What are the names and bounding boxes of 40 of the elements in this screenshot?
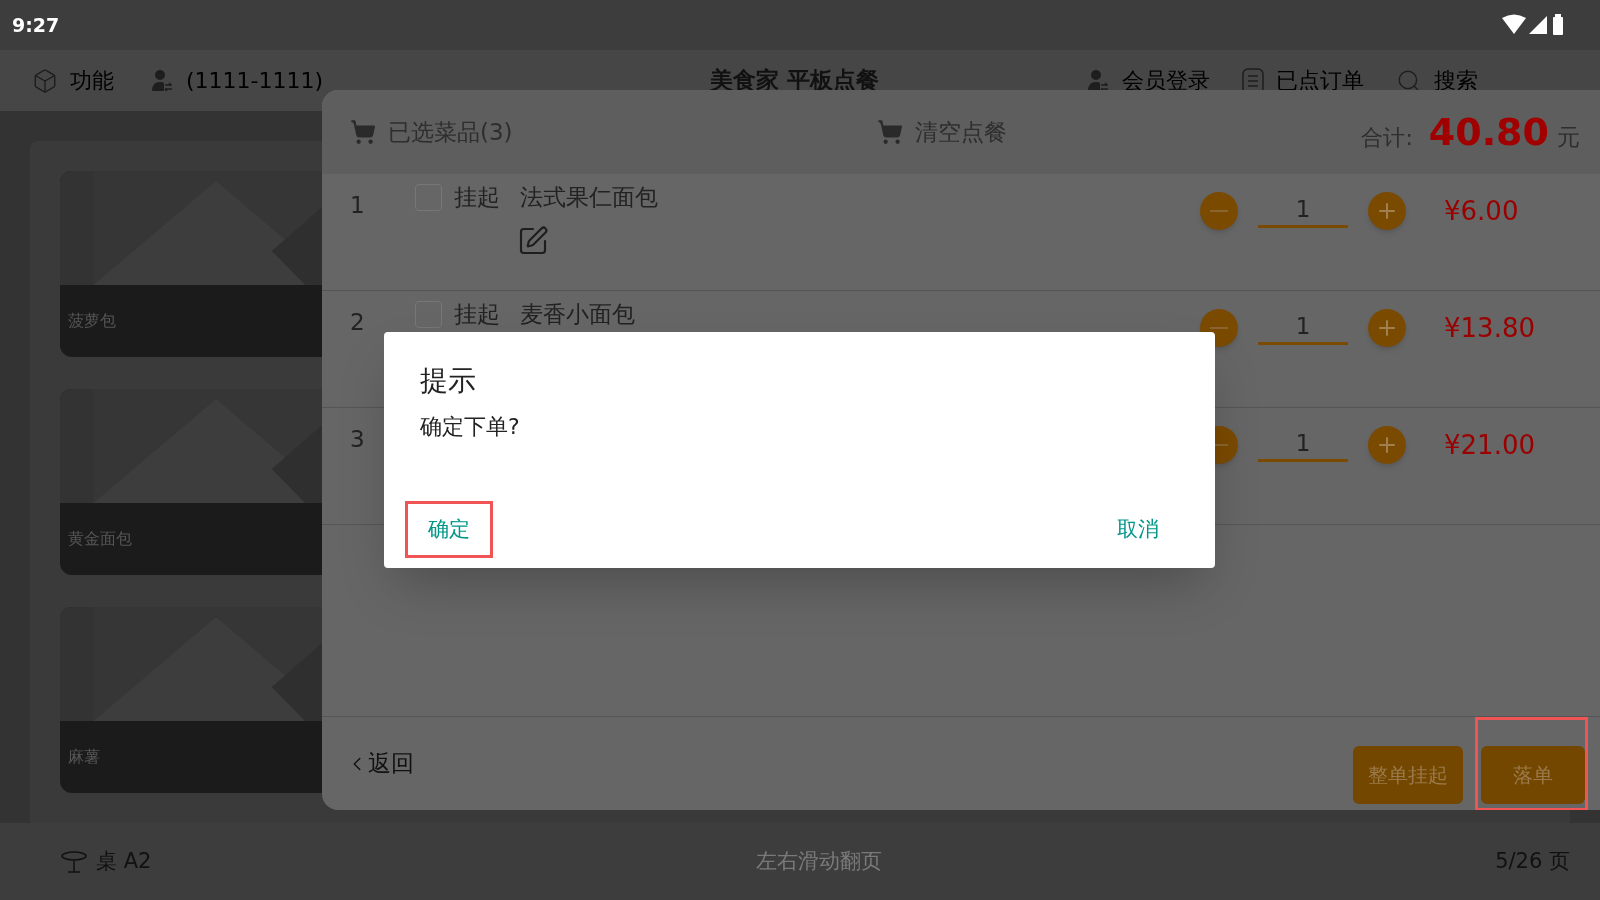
row-number: 1 bbox=[350, 191, 366, 220]
product-name: 黄金面包 bbox=[68, 528, 132, 551]
status-icons-drawing bbox=[1502, 13, 1564, 36]
quantity-field[interactable]: 1 bbox=[1258, 192, 1348, 228]
product-name: 菠萝包 bbox=[68, 310, 116, 333]
item-price: ¥13.80 bbox=[1444, 312, 1535, 345]
dish-name: 法式果仁面包 bbox=[520, 186, 658, 209]
row-number: 3 bbox=[350, 425, 366, 454]
product-name: 麻薯 bbox=[68, 746, 100, 769]
item-price: ¥6.00 bbox=[1444, 195, 1519, 228]
order-button[interactable]: 整单挂起 bbox=[1353, 745, 1463, 804]
cart-icon bbox=[877, 119, 903, 145]
quantity-field[interactable]: 1 bbox=[1258, 426, 1348, 462]
table-icon bbox=[60, 849, 88, 874]
user-switch-icon bbox=[1086, 68, 1110, 93]
hold-label: 挂起 bbox=[454, 186, 500, 209]
total-amount: 40.80 bbox=[1428, 108, 1549, 156]
clock: 9:27 bbox=[12, 12, 60, 38]
minus-icon bbox=[1210, 210, 1228, 212]
increase-button[interactable] bbox=[1368, 309, 1406, 347]
order-button[interactable]: 落单 bbox=[1481, 745, 1585, 804]
cube-icon bbox=[32, 67, 58, 94]
cart-icon bbox=[350, 119, 376, 145]
toolbar-item[interactable]: 功能 bbox=[70, 64, 114, 98]
dialog-title: 提示 bbox=[420, 363, 477, 399]
user-switch-icon bbox=[150, 68, 174, 93]
dialog-message: 确定下单? bbox=[420, 413, 521, 441]
hold-label: 挂起 bbox=[454, 303, 500, 326]
dialog-button[interactable]: 取消 bbox=[1097, 503, 1179, 555]
dish-name: 麦香小面包 bbox=[520, 303, 635, 326]
swipe-hint: 左右滑动翻页 bbox=[756, 847, 882, 875]
edit-icon[interactable] bbox=[517, 225, 549, 257]
row-number: 2 bbox=[350, 308, 366, 337]
toolbar-item[interactable]: (1111-1111) bbox=[186, 64, 324, 98]
increase-button[interactable] bbox=[1368, 426, 1406, 464]
minus-icon bbox=[1210, 327, 1228, 329]
dialog-button[interactable]: 确定 bbox=[408, 503, 490, 555]
item-price: ¥21.00 bbox=[1444, 429, 1535, 462]
increase-button[interactable] bbox=[1368, 192, 1406, 230]
quantity-field[interactable]: 1 bbox=[1258, 309, 1348, 345]
